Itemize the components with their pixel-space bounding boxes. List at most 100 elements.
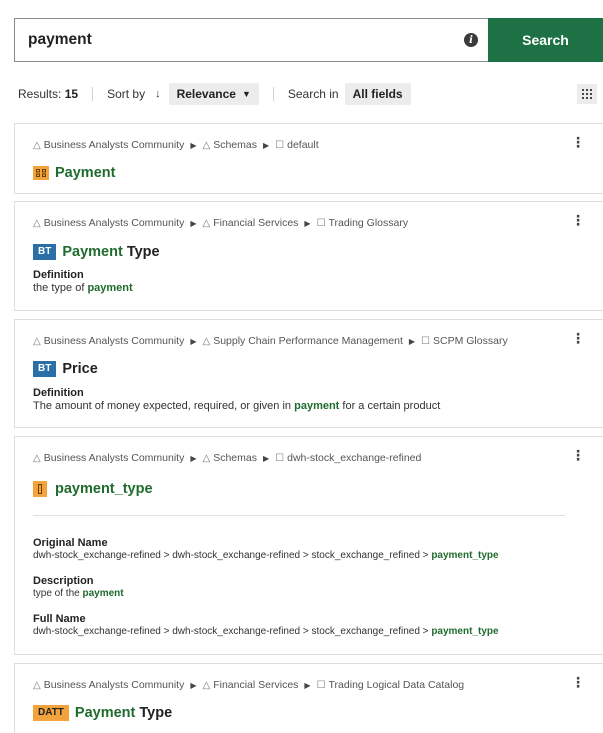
chevron-right-icon: ▶ (262, 140, 270, 150)
field-value: type of the payment (33, 588, 124, 599)
breadcrumb-item[interactable]: Trading Glossary (329, 217, 409, 229)
chevron-right-icon: ▶ (262, 453, 270, 463)
business-term-badge: BT (33, 244, 57, 260)
divider (33, 515, 565, 516)
search-bar: i Search (14, 18, 603, 62)
sort-direction-icon[interactable]: ↓ (155, 88, 161, 100)
field-value: dwh-stock_exchange-refined > dwh-stock_e… (33, 626, 499, 637)
breadcrumb: △ Business Analysts Community ▶ △ Schemas … (33, 139, 319, 151)
glossary-icon: ☐ (316, 217, 326, 229)
title-text: Type (135, 705, 173, 721)
result-title[interactable]: payment_type (33, 481, 153, 497)
schema-icon (33, 166, 49, 180)
grid-view-icon[interactable] (577, 84, 597, 104)
field-label: Full Name (33, 613, 86, 625)
community-icon: △ (33, 452, 41, 464)
data-attribute-badge: DATT (33, 705, 69, 721)
breadcrumb: △ Business Analysts Community ▶ △ Financia… (33, 217, 408, 229)
breadcrumb-item[interactable]: Business Analysts Community (44, 335, 185, 347)
title-text: Price (62, 361, 98, 377)
field-label: Original Name (33, 537, 108, 549)
definition-field: Definition the type of payment (33, 269, 133, 294)
breadcrumb-item[interactable]: Business Analysts Community (44, 679, 185, 691)
results-count: Results: 15 (18, 87, 79, 101)
asset-icon: ☐ (275, 452, 285, 464)
search-in-label: Search in (287, 87, 339, 101)
search-input[interactable] (28, 31, 464, 49)
glossary-icon: ☐ (421, 335, 431, 347)
title-text: Type (122, 244, 160, 260)
breadcrumb-item[interactable]: Business Analysts Community (44, 139, 185, 151)
chevron-right-icon: ▶ (190, 680, 197, 690)
breadcrumb-item[interactable]: SCPM Glossary (433, 335, 508, 347)
original-name-field: Original Name dwh-stock_exchange-refined… (33, 537, 499, 561)
asset-icon: ☐ (275, 139, 285, 151)
field-value: The amount of money expected, required, … (33, 400, 441, 412)
domain-icon: △ (202, 335, 211, 347)
more-options-icon[interactable]: ⋮ (571, 330, 585, 347)
breadcrumb-item[interactable]: Financial Services (213, 217, 298, 229)
description-field: Description type of the payment (33, 575, 124, 599)
community-icon: △ (33, 679, 41, 691)
search-in-dropdown[interactable]: All fields (344, 83, 411, 105)
column-icon (33, 481, 47, 497)
result-card[interactable]: △ Business Analysts Community ▶ △ Schemas … (14, 123, 603, 194)
title-highlight: Payment (62, 244, 123, 260)
result-title[interactable]: BT Payment Type (33, 244, 160, 260)
title-highlight: payment_type (55, 481, 153, 497)
breadcrumb-item[interactable]: dwh-stock_exchange-refined (287, 452, 421, 464)
more-options-icon[interactable]: ⋮ (571, 134, 585, 151)
catalog-icon: ☐ (316, 679, 326, 691)
breadcrumb-item[interactable]: Business Analysts Community (44, 452, 185, 464)
more-options-icon[interactable]: ⋮ (571, 674, 585, 691)
chevron-right-icon: ▶ (304, 680, 311, 690)
divider (272, 87, 274, 101)
breadcrumb-item[interactable]: Trading Logical Data Catalog (329, 679, 465, 691)
field-value: dwh-stock_exchange-refined > dwh-stock_e… (33, 550, 499, 561)
divider (92, 87, 94, 101)
result-card[interactable]: △ Business Analysts Community ▶ △ Schemas … (14, 436, 603, 655)
field-label: Definition (33, 269, 84, 281)
chevron-right-icon: ▶ (304, 218, 311, 228)
title-highlight: Payment (55, 165, 116, 181)
sort-label: Sort by (107, 87, 146, 101)
breadcrumb-item[interactable]: Business Analysts Community (44, 217, 185, 229)
breadcrumb-item[interactable]: Schemas (213, 139, 257, 151)
breadcrumb-item[interactable]: Financial Services (213, 679, 298, 691)
domain-icon: △ (202, 679, 211, 691)
chevron-right-icon: ▶ (408, 336, 416, 346)
results-toolbar: Results: 15 Sort by ↓ Relevance ▼ Search … (18, 82, 603, 106)
domain-icon: △ (202, 217, 211, 229)
more-options-icon[interactable]: ⋮ (571, 447, 585, 464)
chevron-right-icon: ▶ (190, 218, 197, 228)
sort-dropdown[interactable]: Relevance ▼ (168, 83, 259, 105)
breadcrumb: △ Business Analysts Community ▶ △ Supply C… (33, 335, 508, 347)
field-label: Description (33, 575, 94, 587)
chevron-right-icon: ▶ (190, 140, 197, 150)
chevron-right-icon: ▶ (190, 453, 197, 463)
breadcrumb-item[interactable]: Schemas (213, 452, 257, 464)
more-options-icon[interactable]: ⋮ (571, 212, 585, 229)
breadcrumb: △ Business Analysts Community ▶ △ Financia… (33, 679, 464, 691)
search-input-wrapper: i (14, 18, 488, 62)
full-name-field: Full Name dwh-stock_exchange-refined > d… (33, 613, 499, 637)
field-label: Definition (33, 387, 84, 399)
result-title[interactable]: BT Price (33, 361, 98, 377)
community-icon: △ (33, 335, 41, 347)
result-title[interactable]: DATT Payment Type (33, 705, 172, 721)
chevron-right-icon: ▶ (190, 336, 197, 346)
caret-down-icon: ▼ (241, 89, 251, 99)
domain-icon: △ (202, 139, 211, 151)
result-title[interactable]: Payment (33, 165, 115, 181)
result-card[interactable]: △ Business Analysts Community ▶ △ Supply C… (14, 319, 603, 428)
field-value: the type of payment (33, 282, 133, 294)
info-icon[interactable]: i (464, 33, 478, 47)
community-icon: △ (33, 139, 41, 151)
result-card[interactable]: △ Business Analysts Community ▶ △ Financia… (14, 663, 603, 733)
community-icon: △ (33, 217, 41, 229)
breadcrumb-item[interactable]: Supply Chain Performance Management (213, 335, 403, 347)
business-term-badge: BT (33, 361, 57, 377)
search-button[interactable]: Search (488, 18, 603, 62)
result-card[interactable]: △ Business Analysts Community ▶ △ Financia… (14, 201, 603, 311)
breadcrumb-item[interactable]: default (287, 139, 319, 151)
